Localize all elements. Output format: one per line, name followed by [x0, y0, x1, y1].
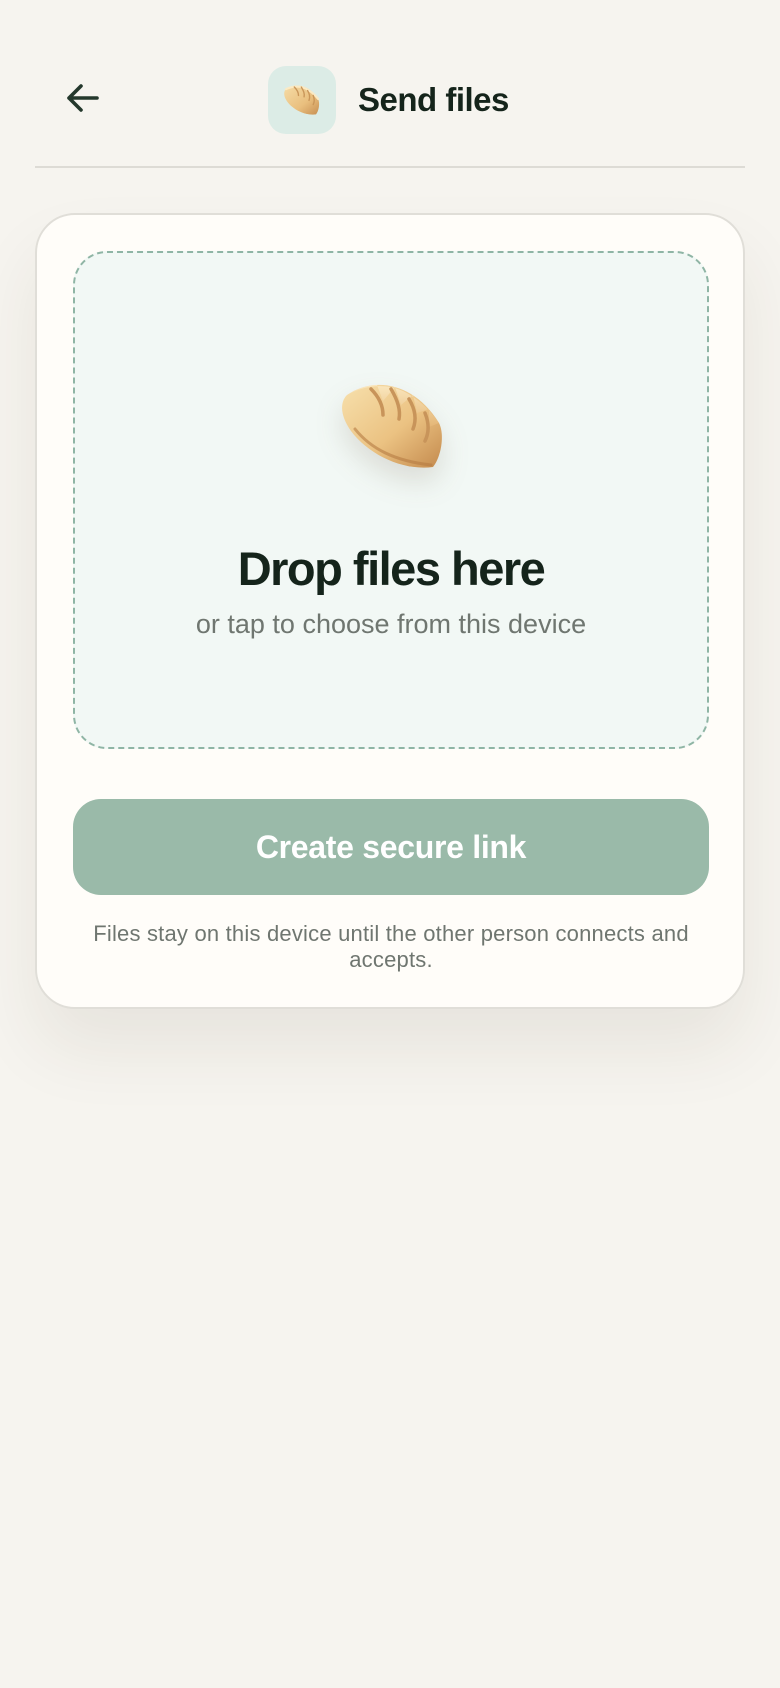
file-dropzone[interactable]: Drop files here or tap to choose from th… [73, 251, 709, 749]
page-title: Send files [358, 81, 509, 118]
send-card: Drop files here or tap to choose from th… [35, 213, 745, 1009]
arrow-left-icon [67, 84, 99, 112]
dumpling-icon [284, 85, 320, 115]
dropzone-illustration [333, 371, 453, 481]
create-secure-link-button[interactable]: Create secure link [73, 799, 709, 895]
dumpling-icon [342, 384, 442, 468]
privacy-note: Files stay on this device until the othe… [93, 921, 689, 972]
top-bar: Send files [35, 0, 745, 168]
back-button[interactable] [51, 66, 115, 130]
title-group: Send files [268, 66, 509, 134]
dropzone-title: Drop files here [237, 542, 546, 595]
app-logo [268, 66, 336, 134]
dropzone-subtitle: or tap to choose from this device [195, 609, 587, 639]
